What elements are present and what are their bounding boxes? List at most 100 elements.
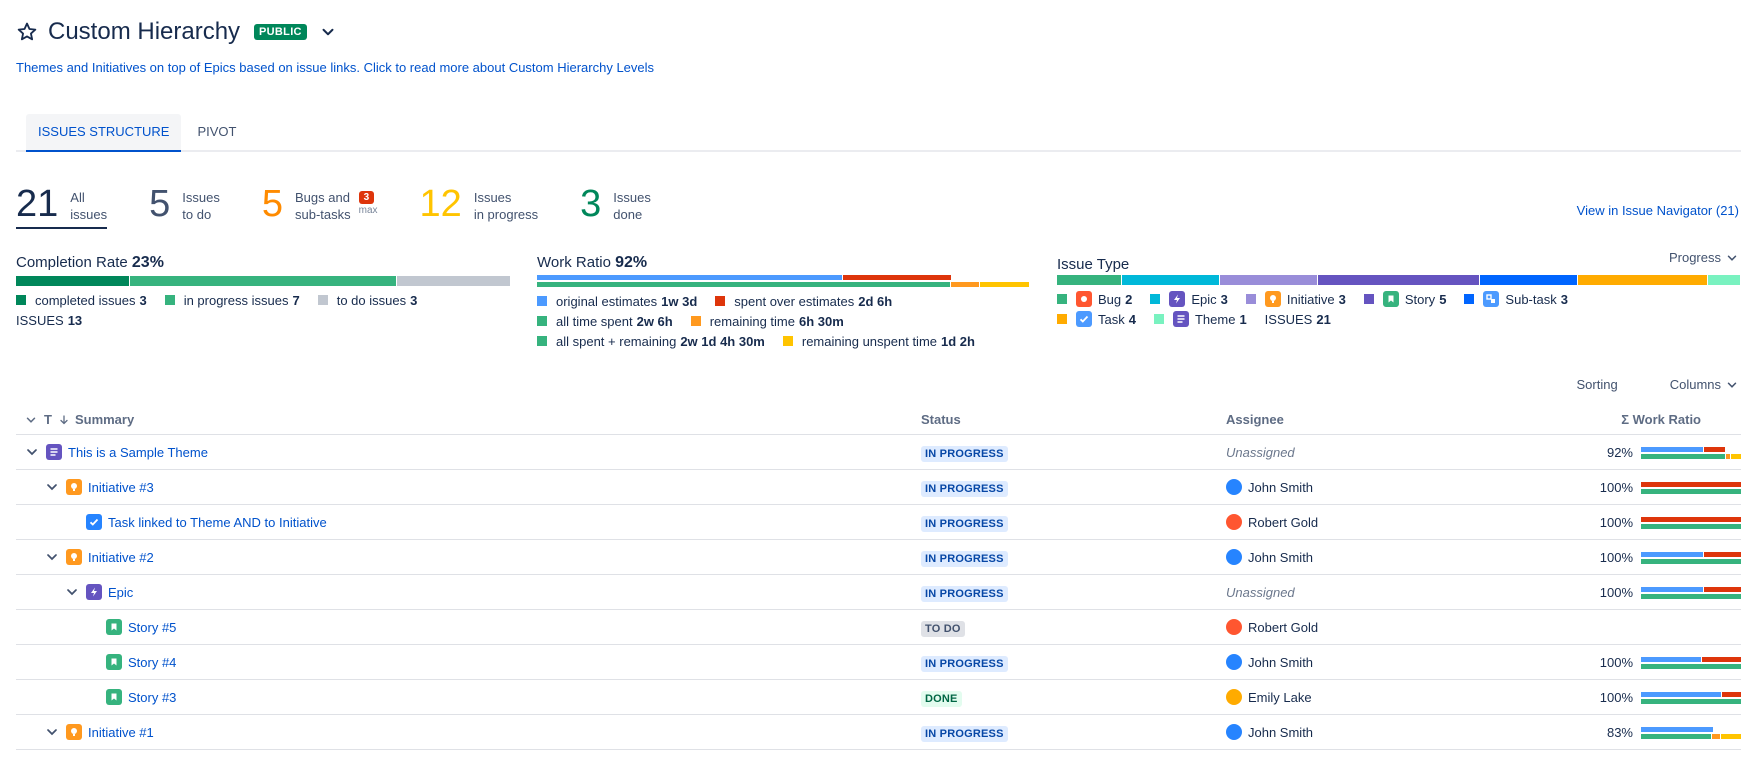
completion-rate-title: Completion Rate 23% (16, 254, 164, 271)
issue-type-bar-segment (1121, 275, 1219, 285)
work-ratio-bar (1641, 445, 1741, 459)
legend-item[interactable]: original estimates 1w 3d (537, 291, 697, 311)
issue-summary-link[interactable]: Epic (108, 585, 133, 600)
star-icon[interactable] (16, 21, 38, 43)
chevron-down-icon[interactable] (44, 549, 60, 565)
issue-summary-link[interactable]: Initiative #2 (88, 550, 154, 565)
chevron-down-icon (1727, 254, 1737, 261)
story-icon (106, 654, 122, 670)
issue-summary-link[interactable]: Task linked to Theme AND to Initiative (108, 515, 327, 530)
legend-value: 1d 2h (941, 333, 975, 349)
legend-item[interactable]: Theme 1 (1153, 309, 1247, 329)
avatar (1226, 654, 1242, 670)
legend-item[interactable]: all spent + remaining 2w 1d 4h 30m (537, 331, 765, 351)
legend-total-value: 21 (1316, 311, 1331, 327)
chevron-down-icon[interactable] (64, 584, 80, 600)
legend-label: in progress issues (183, 292, 289, 308)
view-in-navigator-link[interactable]: View in Issue Navigator (21) (1577, 203, 1739, 218)
legend-item[interactable]: Bug 2 (1057, 289, 1132, 309)
issue-summary-link[interactable]: Initiative #1 (88, 725, 154, 740)
progress-dropdown[interactable]: Progress (1669, 250, 1739, 265)
sorting-button[interactable]: Sorting (1577, 377, 1618, 392)
issues-table: T Summary Status Assignee Σ Work Ratio T… (16, 405, 1741, 750)
legend-label: to do issues (336, 292, 407, 308)
column-assignee[interactable]: Assignee (1226, 412, 1571, 427)
count-number: 3 (580, 183, 602, 225)
sort-arrow-icon[interactable] (58, 414, 70, 426)
type-column-icon[interactable]: T (44, 412, 52, 427)
legend-item[interactable]: remaining time 6h 30m (690, 311, 844, 331)
chevron-down-icon[interactable] (24, 444, 40, 460)
table-row[interactable]: Story #3 DONE Emily Lake 100% (16, 680, 1741, 715)
work-ratio-bar (1641, 550, 1741, 564)
table-row[interactable]: This is a Sample Theme IN PROGRESS Unass… (16, 435, 1741, 470)
collapse-all-icon[interactable] (24, 413, 38, 427)
issue-summary-link[interactable]: Story #5 (128, 620, 176, 635)
count-all-issues[interactable]: 21 All issues (16, 185, 108, 229)
work-ratio-legend: original estimates 1w 3d spent over estima… (537, 291, 997, 351)
description-link[interactable]: Themes and Initiatives on top of Epics b… (16, 60, 654, 75)
assignee-name: Unassigned (1226, 584, 1295, 600)
work-ratio-bars (537, 275, 1031, 287)
table-row[interactable]: Story #5 TO DO Robert Gold (16, 610, 1741, 645)
legend-item[interactable]: Initiative 3 (1245, 289, 1346, 309)
task-icon (86, 514, 102, 530)
legend-label: spent over estimates (734, 293, 855, 309)
chevron-down-icon[interactable] (44, 724, 60, 740)
legend-value: 3 (410, 292, 418, 308)
legend-item[interactable]: Epic 3 (1150, 289, 1228, 309)
issue-type-title: Issue Type (1057, 256, 1130, 273)
column-summary[interactable]: T Summary (16, 412, 921, 427)
tab-pivot[interactable]: PIVOT (185, 114, 248, 150)
avatar (1226, 479, 1242, 495)
legend-item[interactable]: completed issues 3 (16, 290, 147, 310)
legend-item[interactable]: Story 5 (1363, 289, 1446, 309)
count-issues-in-progress[interactable]: 12 Issues in progress (420, 185, 539, 223)
table-row[interactable]: Initiative #1 IN PROGRESS John Smith 83% (16, 715, 1741, 750)
issue-summary-link[interactable]: Initiative #3 (88, 480, 154, 495)
tab-issues-structure[interactable]: ISSUES STRUCTURE (26, 114, 182, 152)
legend-item[interactable]: remaining unspent time 1d 2h (782, 331, 975, 351)
legend-item[interactable]: Sub-task 3 (1464, 289, 1568, 309)
assignee-name: John Smith (1248, 654, 1314, 670)
table-row[interactable]: Story #4 IN PROGRESS John Smith 100% (16, 645, 1741, 680)
columns-button[interactable]: Columns (1644, 377, 1739, 392)
assignee-name: Emily Lake (1248, 689, 1312, 705)
status-lozenge: DONE (921, 690, 962, 707)
count-bugs-subtasks[interactable]: 5 Bugs and sub-tasks 3 max (262, 185, 378, 223)
issue-summary-link[interactable]: Story #4 (128, 655, 176, 670)
legend-value: 2 (1125, 291, 1133, 307)
count-issues-done[interactable]: 3 Issues done (580, 185, 651, 223)
legend-item[interactable]: Task 4 (1057, 309, 1136, 329)
column-work-ratio[interactable]: Σ Work Ratio (1571, 412, 1741, 427)
progress-dropdown-label: Progress (1668, 250, 1721, 265)
legend-total: ISSUES 13 (16, 310, 82, 330)
legend-item[interactable]: spent over estimates 2d 6h (715, 291, 892, 311)
issue-type-bar-segment (1317, 275, 1480, 285)
issue-type-legend: Bug 2 Epic 3 Initiative 3 Story 5 Sub-task 3 Task 4… (1057, 289, 1597, 329)
legend-item[interactable]: all time spent 2w 6h (537, 311, 673, 331)
issue-summary-link[interactable]: This is a Sample Theme (68, 445, 208, 460)
column-status[interactable]: Status (921, 412, 1226, 427)
legend-item[interactable]: in progress issues 7 (164, 290, 300, 310)
status-lozenge: TO DO (921, 620, 965, 637)
legend-value: 3 (1220, 291, 1228, 307)
chevron-down-icon (1727, 381, 1737, 388)
legend-swatch (782, 336, 793, 346)
issue-type-bar-segment (1057, 275, 1121, 285)
work-ratio-bar (1641, 725, 1741, 739)
table-row[interactable]: Epic IN PROGRESS Unassigned 100% (16, 575, 1741, 610)
epic-icon (1169, 291, 1186, 307)
legend-value: 2w 6h (636, 313, 673, 329)
column-summary-label: Summary (74, 412, 135, 427)
count-issues-todo[interactable]: 5 Issues to do (149, 185, 220, 223)
work-ratio-bar (1641, 690, 1741, 704)
table-row[interactable]: Initiative #3 IN PROGRESS John Smith 100… (16, 470, 1741, 505)
table-row[interactable]: Task linked to Theme AND to Initiative I… (16, 505, 1741, 540)
issue-summary-link[interactable]: Story #3 (128, 690, 176, 705)
chevron-down-icon[interactable] (44, 479, 60, 495)
initiative-icon (66, 549, 82, 565)
legend-item[interactable]: to do issues 3 (317, 290, 418, 310)
table-row[interactable]: Initiative #2 IN PROGRESS John Smith 100… (16, 540, 1741, 575)
chevron-down-icon[interactable] (319, 23, 337, 41)
